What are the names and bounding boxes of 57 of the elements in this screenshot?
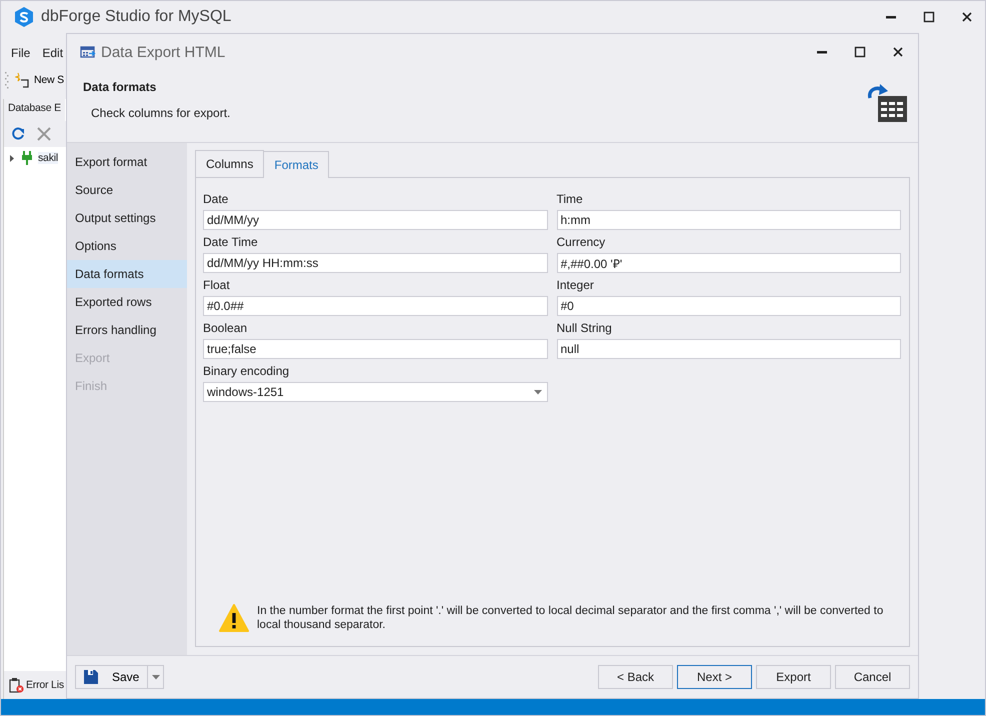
field-label: Boolean xyxy=(203,321,248,337)
input-field[interactable]: #0.0## xyxy=(203,296,548,316)
refresh-icon xyxy=(10,126,26,142)
dialog-button[interactable]: < Back xyxy=(598,665,673,689)
clipboard-error-icon xyxy=(8,677,24,693)
menu-item[interactable]: Edit xyxy=(36,46,70,60)
maximize-icon xyxy=(854,46,866,58)
tree-item[interactable]: sakil xyxy=(38,152,58,164)
input-field[interactable]: dd/MM/yy HH:mm:ss xyxy=(203,253,548,273)
wizard-step[interactable]: Errors handling xyxy=(67,316,187,344)
field-label: Date Time xyxy=(203,235,259,251)
dropdown-field[interactable]: windows-1251 xyxy=(203,382,548,402)
input-field[interactable]: h:mm xyxy=(556,210,901,230)
input-field[interactable]: #0 xyxy=(556,296,901,316)
wizard-step[interactable]: Output settings xyxy=(67,204,187,232)
wizard-step[interactable]: Exported rows xyxy=(67,288,187,316)
close-icon xyxy=(961,11,973,23)
field-label: Currency xyxy=(556,235,606,251)
input-field[interactable]: dd/MM/yy xyxy=(203,210,548,230)
close-icon xyxy=(892,46,904,58)
maximize-icon xyxy=(923,11,935,23)
page-title: Data formats xyxy=(83,80,158,94)
close-icon xyxy=(36,126,52,142)
field-label: Float xyxy=(203,278,231,294)
window-title: dbForge Studio for MySQL xyxy=(41,8,232,26)
dialog-title: Data Export HTML xyxy=(101,44,226,60)
wizard-step[interactable]: Source xyxy=(67,176,187,204)
input-field[interactable]: #,##0.00 '₽' xyxy=(556,253,901,273)
field-label: Time xyxy=(556,192,584,208)
warning-icon xyxy=(219,604,249,632)
dialog-button[interactable]: Export xyxy=(756,665,831,689)
field-label: Null String xyxy=(556,321,613,337)
field-label: Date xyxy=(203,192,230,208)
dropdown-caret-icon xyxy=(534,390,542,394)
new-sql-button[interactable]: New S xyxy=(13,72,66,88)
field-label: Integer xyxy=(556,278,595,294)
panel-tab[interactable]: Database E xyxy=(4,99,65,121)
tab[interactable]: Columns xyxy=(195,150,264,177)
table-export-icon xyxy=(80,45,96,59)
wizard-step[interactable]: Data formats xyxy=(67,260,187,288)
wizard-step[interactable]: Options xyxy=(67,232,187,260)
plug-icon xyxy=(21,150,33,166)
grip-icon xyxy=(5,71,9,89)
logo-icon xyxy=(13,6,35,28)
menu-item[interactable]: File xyxy=(5,46,36,60)
dialog-button[interactable]: Cancel xyxy=(835,665,910,689)
dropdown-caret-icon xyxy=(152,674,160,680)
wizard-step[interactable]: Export format xyxy=(67,148,187,176)
warning-message: In the number format the first point '.' will be converted to local decimal separator and the first comma ',' will be converted to local thousand separator. xyxy=(257,604,884,632)
input-field[interactable]: true;false xyxy=(203,339,548,359)
new-document-icon xyxy=(15,72,31,88)
tab[interactable]: Formats xyxy=(263,151,330,178)
export-table-icon xyxy=(866,82,908,124)
page-subtitle: Check columns for export. xyxy=(91,106,232,120)
dialog-button[interactable]: Next > xyxy=(677,665,752,689)
input-field[interactable]: null xyxy=(556,339,901,359)
field-label: Binary encoding xyxy=(203,364,290,380)
